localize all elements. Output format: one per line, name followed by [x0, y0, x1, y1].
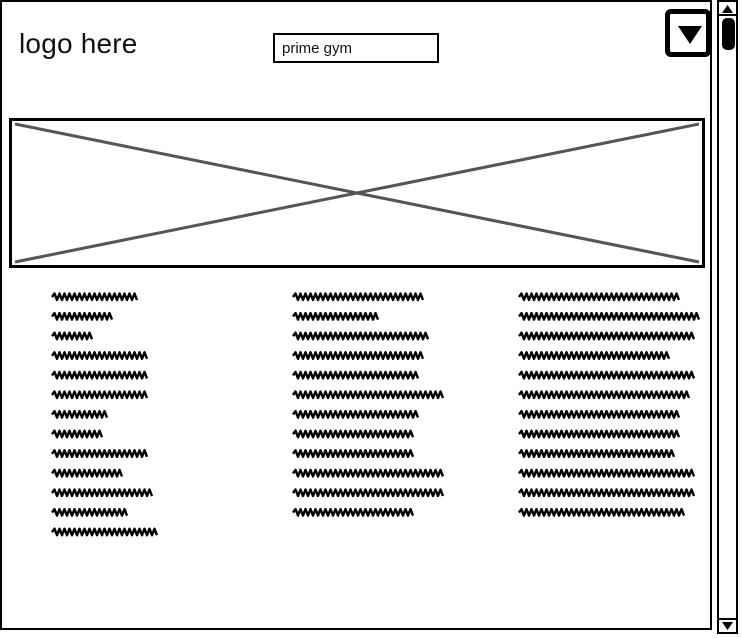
menu-dropdown-button[interactable]: [665, 9, 711, 57]
scribble-line: [292, 390, 445, 400]
scribble-line: [292, 409, 420, 419]
text-column-2: [291, 290, 451, 524]
scribble-line: [518, 311, 701, 321]
scribble-line: [518, 331, 696, 341]
scribble-line: [518, 429, 681, 439]
scribble-line: [518, 370, 696, 380]
scribble-line: [518, 390, 691, 400]
scribble-line: [51, 527, 159, 537]
text-column-1: [50, 290, 170, 544]
scribble-line: [51, 409, 109, 419]
scribble-line: [518, 488, 696, 498]
text-column-3: [517, 290, 702, 524]
page-frame: logo here prime gym: [0, 0, 712, 630]
scribble-line: [51, 390, 149, 400]
scribble-line: [51, 370, 149, 380]
scribble-line: [51, 488, 154, 498]
scribble-text-block: [518, 292, 701, 517]
vertical-scrollbar[interactable]: [717, 0, 738, 634]
scribble-line: [292, 429, 415, 439]
scribble-line: [51, 507, 129, 517]
logo[interactable]: logo here: [19, 28, 138, 60]
scribble-line: [518, 449, 676, 458]
scribble-line: [51, 292, 139, 302]
hero-image-placeholder: [9, 118, 705, 268]
scribble-line: [51, 468, 124, 478]
scribble-line: [51, 429, 104, 439]
scribble-line: [292, 507, 415, 517]
scribble-line: [51, 331, 94, 341]
scribble-line: [292, 351, 425, 360]
dropdown-triangle-icon: [678, 26, 702, 44]
scribble-line: [518, 507, 686, 517]
scribble-line: [292, 449, 415, 458]
image-placeholder-icon: [14, 122, 700, 264]
scribble-line: [518, 468, 696, 478]
scribble-line: [292, 311, 380, 321]
scribble-line: [292, 468, 445, 478]
scroll-down-arrow-icon[interactable]: [719, 618, 736, 632]
scribble-line: [51, 449, 149, 458]
scribble-line: [51, 351, 149, 360]
scribble-line: [51, 311, 114, 321]
scribble-text-block: [292, 292, 445, 517]
scribble-line: [518, 292, 681, 302]
scribble-line: [518, 409, 681, 419]
scribble-line: [292, 331, 430, 341]
scribble-line: [292, 292, 425, 302]
scribble-line: [292, 488, 445, 498]
scrollbar-thumb[interactable]: [722, 18, 735, 50]
search-input[interactable]: prime gym: [273, 33, 439, 63]
scribble-text-block: [51, 292, 159, 537]
scroll-up-arrow-icon[interactable]: [719, 2, 736, 16]
scribble-line: [292, 370, 420, 380]
scribble-line: [518, 351, 671, 360]
